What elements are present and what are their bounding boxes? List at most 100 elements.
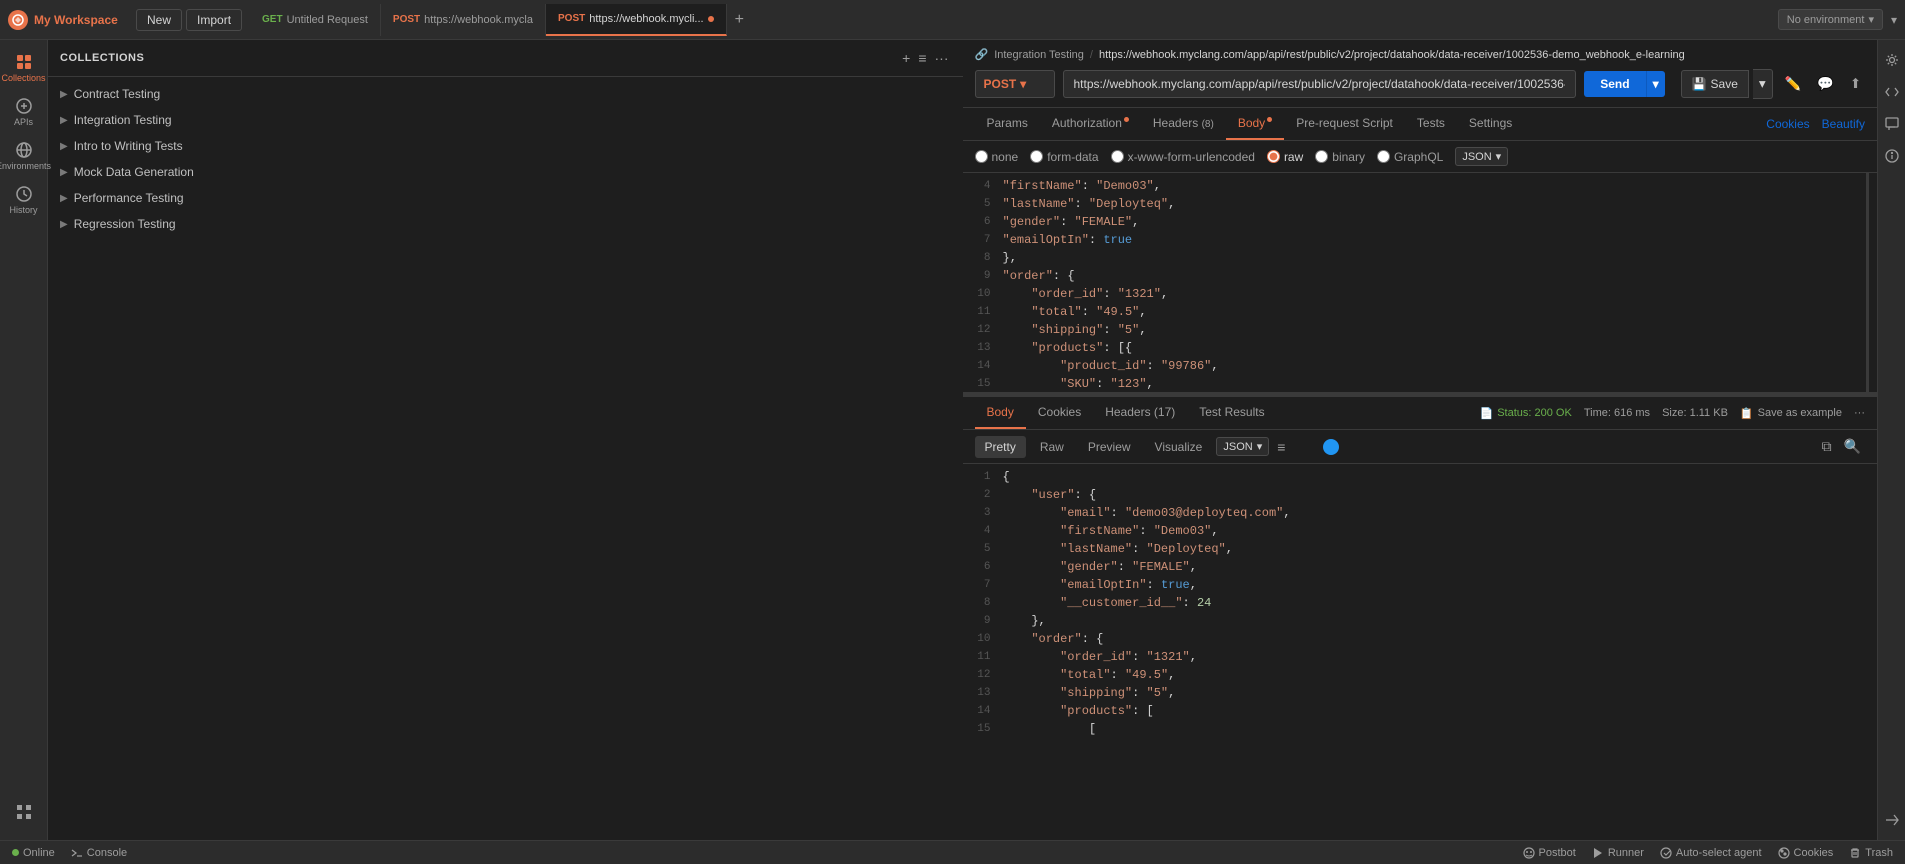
sidebar-icon-collections[interactable]: Collections bbox=[4, 48, 44, 88]
tab-params[interactable]: Params bbox=[975, 108, 1040, 140]
copy-response-button[interactable]: ⧉ bbox=[1818, 434, 1836, 459]
tab-body[interactable]: Body bbox=[1226, 108, 1284, 140]
response-tab-cookies[interactable]: Cookies bbox=[1026, 397, 1093, 429]
tab-post-2-active[interactable]: POST https://webhook.mycli... bbox=[546, 4, 727, 36]
workspace-name: My Workspace bbox=[34, 13, 118, 27]
sidebar-icon-apis[interactable]: APIs bbox=[4, 92, 44, 132]
save-as-example-button[interactable]: 📋 Save as example bbox=[1740, 407, 1842, 420]
tab-pre-request[interactable]: Pre-request Script bbox=[1284, 108, 1405, 140]
tab-post-1[interactable]: POST https://webhook.mycla bbox=[381, 4, 546, 36]
sidebar-header-actions: + ≡ ··· bbox=[900, 48, 950, 68]
environments-label: Environments bbox=[0, 161, 51, 171]
tab-tests[interactable]: Tests bbox=[1405, 108, 1457, 140]
response-tab-body[interactable]: Body bbox=[975, 397, 1026, 429]
send-button[interactable]: Send bbox=[1584, 71, 1645, 97]
sidebar-item-performance-testing[interactable]: ▶ Performance Testing bbox=[48, 185, 963, 211]
response-tab-headers[interactable]: Headers (17) bbox=[1093, 397, 1187, 429]
send-dropdown-button[interactable]: ▾ bbox=[1646, 71, 1665, 97]
url-input[interactable] bbox=[1063, 70, 1577, 98]
response-body[interactable]: 1{ 2 "user": { 3 "email": "demo03@deploy… bbox=[963, 464, 1878, 840]
trash-button[interactable]: Trash bbox=[1849, 847, 1893, 859]
collections-list: ▶ Contract Testing ▶ Integration Testing… bbox=[48, 77, 963, 840]
format-selector[interactable]: JSON ▾ bbox=[1455, 147, 1508, 166]
fmt-tab-raw[interactable]: Raw bbox=[1030, 436, 1074, 458]
sidebar-panel-header: Collections + ≡ ··· bbox=[48, 40, 963, 77]
fmt-tab-preview[interactable]: Preview bbox=[1078, 436, 1141, 458]
send-button-group: Send ▾ bbox=[1584, 71, 1664, 97]
radio-urlencoded[interactable]: x-www-form-urlencoded bbox=[1111, 150, 1255, 164]
beautify-link[interactable]: Beautify bbox=[1822, 117, 1865, 131]
tab-title-3: https://webhook.mycli... bbox=[589, 13, 703, 25]
method-badge-post-2: POST bbox=[558, 13, 585, 24]
sidebar-item-intro-writing-tests[interactable]: ▶ Intro to Writing Tests bbox=[48, 133, 963, 159]
console-button[interactable]: Console bbox=[71, 847, 127, 859]
save-example-icon: 📋 bbox=[1740, 407, 1754, 420]
radio-graphql[interactable]: GraphQL bbox=[1377, 150, 1443, 164]
sidebar-icon-environments[interactable]: Environments bbox=[4, 136, 44, 176]
sidebar-icon-grid[interactable] bbox=[4, 792, 44, 832]
fmt-tab-pretty[interactable]: Pretty bbox=[975, 436, 1026, 458]
sidebar-item-mock-data[interactable]: ▶ Mock Data Generation bbox=[48, 159, 963, 185]
tab-headers[interactable]: Headers (8) bbox=[1141, 108, 1226, 140]
method-selector[interactable]: POST ▾ bbox=[975, 70, 1055, 98]
right-icon-info[interactable] bbox=[1880, 144, 1904, 168]
item-label: Integration Testing bbox=[74, 113, 172, 127]
collections-label: Collections bbox=[1, 73, 45, 83]
cookies-link[interactable]: Cookies bbox=[1766, 117, 1809, 131]
response-status: 📄 Status: 200 OK Time: 616 ms Size: 1.11… bbox=[1480, 407, 1865, 420]
save-dropdown-button[interactable]: ▾ bbox=[1753, 69, 1773, 99]
auto-select-agent-button[interactable]: Auto-select agent bbox=[1660, 847, 1762, 859]
sidebar-item-contract-testing[interactable]: ▶ Contract Testing bbox=[48, 81, 963, 107]
add-collection-button[interactable]: + bbox=[900, 48, 912, 68]
filter-icon-button[interactable]: ≡ bbox=[1273, 435, 1289, 459]
edit-button[interactable]: ✏️ bbox=[1781, 72, 1806, 96]
sidebar-item-integration-testing[interactable]: ▶ Integration Testing bbox=[48, 107, 963, 133]
response-format-selector[interactable]: JSON ▾ bbox=[1216, 437, 1269, 456]
method-badge-post-1: POST bbox=[393, 14, 420, 25]
radio-none[interactable]: none bbox=[975, 150, 1019, 164]
workspace-logo[interactable]: My Workspace bbox=[8, 10, 128, 30]
radio-form-data[interactable]: form-data bbox=[1030, 150, 1098, 164]
cookies-status-button[interactable]: Cookies bbox=[1778, 847, 1834, 859]
list-view-button[interactable]: ≡ bbox=[916, 48, 928, 68]
import-button[interactable]: Import bbox=[186, 9, 242, 31]
response-action-buttons: ⧉ 🔍 bbox=[1818, 434, 1865, 459]
more-options-button[interactable]: ··· bbox=[933, 48, 951, 68]
environment-selector[interactable]: No environment ▾ bbox=[1778, 9, 1883, 30]
response-more-button[interactable]: ··· bbox=[1854, 407, 1865, 419]
request-body-editor: 4"firstName": "Demo03", 5"lastName": "De… bbox=[963, 173, 1878, 393]
right-icon-comment[interactable] bbox=[1880, 112, 1904, 136]
request-code-editor[interactable]: 4"firstName": "Demo03", 5"lastName": "De… bbox=[963, 173, 1878, 392]
console-label: Console bbox=[87, 847, 127, 859]
right-icon-share[interactable] bbox=[1880, 808, 1904, 832]
file-icon: 📄 bbox=[1480, 407, 1494, 420]
body-options: none form-data x-www-form-urlencoded raw… bbox=[963, 141, 1878, 173]
status-bar: Online Console Postbot Runner Auto-selec… bbox=[0, 840, 1905, 864]
breadcrumb-separator: / bbox=[1090, 49, 1093, 61]
save-button[interactable]: 💾 Save bbox=[1681, 70, 1749, 98]
postbot-button[interactable]: Postbot bbox=[1523, 847, 1576, 859]
share-button[interactable]: ⬆ bbox=[1846, 72, 1865, 96]
new-button[interactable]: New bbox=[136, 9, 182, 31]
sidebar-item-regression-testing[interactable]: ▶ Regression Testing bbox=[48, 211, 963, 237]
tab-bar: GET Untitled Request POST https://webhoo… bbox=[250, 4, 1770, 36]
tab-settings[interactable]: Settings bbox=[1457, 108, 1524, 140]
tab-get-untitled[interactable]: GET Untitled Request bbox=[250, 4, 381, 36]
chevron-right-icon: ▶ bbox=[60, 193, 68, 204]
right-icon-code[interactable] bbox=[1880, 80, 1904, 104]
add-tab-button[interactable]: + bbox=[727, 11, 752, 29]
response-tab-test-results[interactable]: Test Results bbox=[1187, 397, 1276, 429]
comment-button[interactable]: 💬 bbox=[1813, 72, 1838, 96]
radio-raw[interactable]: raw bbox=[1267, 150, 1303, 164]
breadcrumb-icon: 🔗 bbox=[975, 48, 989, 61]
status-badge: Status: 200 OK bbox=[1497, 407, 1572, 419]
method-badge-get: GET bbox=[262, 14, 283, 25]
search-response-button[interactable]: 🔍 bbox=[1840, 434, 1865, 459]
fmt-tab-visualize[interactable]: Visualize bbox=[1145, 436, 1213, 458]
online-status[interactable]: Online bbox=[12, 847, 55, 859]
radio-binary[interactable]: binary bbox=[1315, 150, 1365, 164]
sidebar-icon-history[interactable]: History bbox=[4, 180, 44, 220]
runner-button[interactable]: Runner bbox=[1592, 847, 1644, 859]
right-icon-settings[interactable] bbox=[1880, 48, 1904, 72]
tab-authorization[interactable]: Authorization bbox=[1040, 108, 1141, 140]
